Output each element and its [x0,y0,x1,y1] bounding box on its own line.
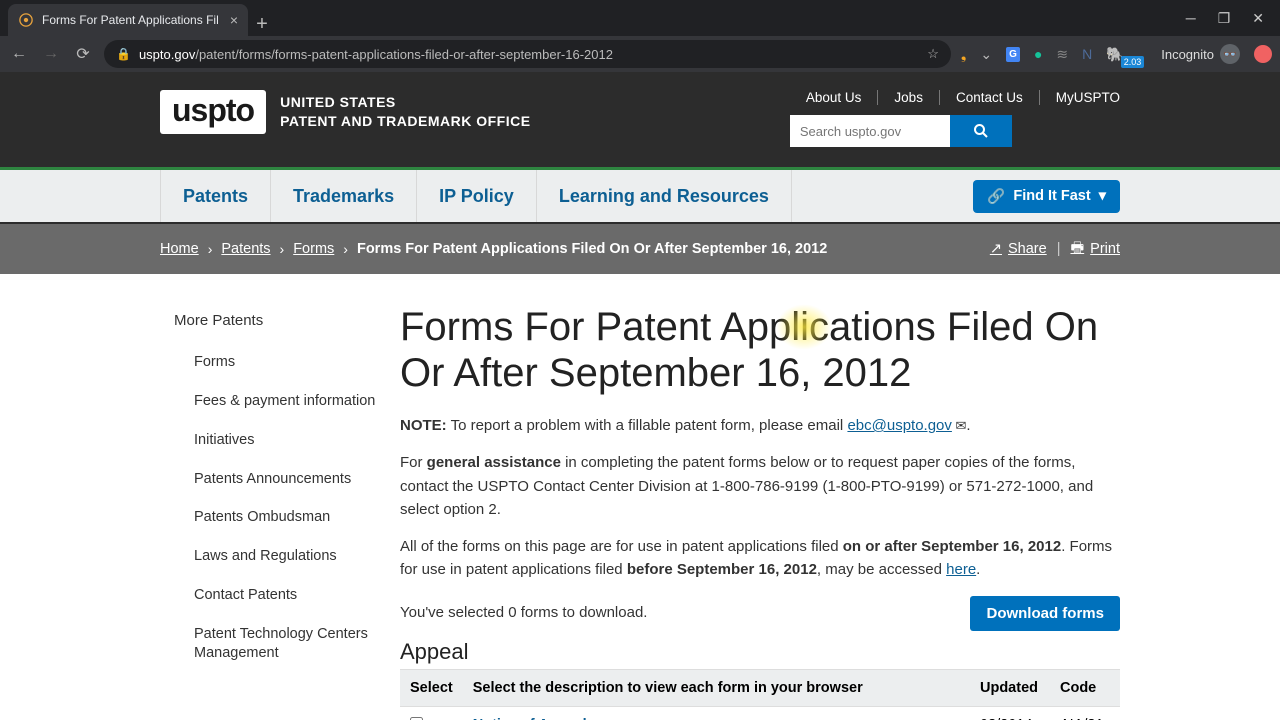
page-content: More Patents Forms Fees & payment inform… [160,274,1120,720]
site-logo[interactable]: uspto UNITED STATES PATENT AND TRADEMARK… [160,90,531,134]
lock-icon: 🔒 [116,47,131,61]
window-controls: ─ ❐ ✕ [1186,0,1272,36]
forms-table: Select Select the description to view ea… [400,669,1120,720]
reload-button[interactable]: ⟳ [72,44,94,64]
share-link[interactable]: ↗Share [990,241,1047,257]
print-icon: 🖶 [1070,237,1084,262]
ext-icon[interactable]: ❟ [961,46,967,63]
search-input[interactable] [790,115,950,147]
browser-tab-strip: Forms For Patent Applications Fil × + ─ … [0,0,1280,36]
sidebar-item-initiatives[interactable]: Initiatives [160,421,380,460]
find-it-fast-button[interactable]: 🔗 Find It Fast ▾ [973,180,1120,213]
ext-icon-3[interactable]: 🐘2.03 [1106,46,1147,63]
row-updated: 03/2014 [970,706,1050,720]
star-icon[interactable]: ☆ [927,46,939,62]
row-code: AIA/31 [1050,706,1120,720]
address-bar[interactable]: 🔒 uspto.gov/patent/forms/forms-patent-ap… [104,40,951,68]
crumb-current: Forms For Patent Applications Filed On O… [357,241,827,257]
mail-icon: ✉ [952,418,967,433]
close-window-icon[interactable]: ✕ [1252,10,1264,27]
profile-icon[interactable] [1254,45,1272,63]
logo-text: UNITED STATES PATENT AND TRADEMARK OFFIC… [280,93,530,131]
th-updated: Updated [970,669,1050,706]
table-row: Notice of Appeal 03/2014 AIA/31 [400,706,1120,720]
main-nav-bar: Patents Trademarks IP Policy Learning an… [0,170,1280,224]
sidebar-item-fees[interactable]: Fees & payment information [160,382,380,421]
grammarly-icon[interactable]: ● [1034,46,1042,62]
share-icon: ↗ [990,241,1002,257]
crumb-home[interactable]: Home [160,241,199,257]
pocket-icon[interactable]: ⌄ [980,46,992,63]
logo-mark: uspto [160,90,266,134]
tab-title: Forms For Patent Applications Fil [42,13,222,27]
sidebar-item-ombudsman[interactable]: Patents Ombudsman [160,498,380,537]
buffer-icon[interactable]: ≋ [1056,46,1068,63]
here-link[interactable]: here [946,561,976,578]
section-appeal: Appeal [400,639,1120,665]
nav-learning[interactable]: Learning and Resources [537,170,792,222]
site-header: uspto UNITED STATES PATENT AND TRADEMARK… [0,72,1280,167]
ext-icon-2[interactable]: N [1082,46,1092,62]
page-title: Forms For Patent Applications Filed On O… [400,304,1120,396]
assistance-paragraph: For general assistance in completing the… [400,451,1120,521]
forward-button[interactable]: → [40,45,62,63]
incognito-indicator: Incognito 👓 [1161,44,1240,64]
back-button[interactable]: ← [8,45,30,63]
email-link[interactable]: ebc@uspto.gov [847,417,951,434]
new-tab-button[interactable]: + [248,13,276,36]
translate-icon[interactable]: G [1006,47,1020,62]
selected-count: You've selected 0 forms to download. [400,601,647,624]
search-button[interactable] [950,115,1012,147]
note-paragraph: NOTE: To report a problem with a fillabl… [400,414,1120,437]
sidebar-item-announcements[interactable]: Patents Announcements [160,460,380,499]
sidebar-item-tech-centers[interactable]: Patent Technology Centers Management [160,615,380,673]
sidebar-item-laws[interactable]: Laws and Regulations [160,537,380,576]
minimize-icon[interactable]: ─ [1186,10,1196,26]
incognito-icon: 👓 [1220,44,1240,64]
sidebar-item-forms[interactable]: Forms [160,343,380,382]
utility-nav: About Us Jobs Contact Us MyUSPTO [790,90,1120,105]
main-content: Forms For Patent Applications Filed On O… [390,304,1120,720]
extension-icons: ❟ ⌄ G ● ≋ N 🐘2.03 Incognito 👓 [961,44,1272,64]
nav-about-us[interactable]: About Us [790,90,879,105]
print-link[interactable]: 🖶Print [1070,237,1120,262]
maximize-icon[interactable]: ❐ [1218,10,1231,27]
nav-contact-us[interactable]: Contact Us [940,90,1040,105]
sidebar-title: More Patents [160,304,380,343]
tab-close-icon[interactable]: × [230,12,238,28]
search-icon [973,123,989,139]
site-search [790,115,1120,147]
th-code: Code [1050,669,1120,706]
browser-toolbar: ← → ⟳ 🔒 uspto.gov/patent/forms/forms-pat… [0,36,1280,72]
sidebar: More Patents Forms Fees & payment inform… [160,304,390,720]
url-text: uspto.gov/patent/forms/forms-patent-appl… [139,47,919,62]
caret-down-icon: ▾ [1099,188,1106,204]
viewport: uspto UNITED STATES PATENT AND TRADEMARK… [0,72,1280,720]
browser-tab[interactable]: Forms For Patent Applications Fil × [8,4,248,36]
nav-jobs[interactable]: Jobs [878,90,940,105]
date-note-paragraph: All of the forms on this page are for us… [400,535,1120,582]
th-description: Select the description to view each form… [463,669,970,706]
link-icon: 🔗 [987,188,1005,205]
nav-trademarks[interactable]: Trademarks [271,170,417,222]
th-select: Select [400,669,463,706]
crumb-forms[interactable]: Forms [293,241,334,257]
tab-favicon-icon [18,12,34,28]
nav-patents[interactable]: Patents [160,170,271,222]
nav-ip-policy[interactable]: IP Policy [417,170,537,222]
breadcrumb-bar: Home› Patents› Forms› Forms For Patent A… [0,224,1280,274]
nav-myuspto[interactable]: MyUSPTO [1040,90,1120,105]
download-forms-button[interactable]: Download forms [970,596,1120,631]
sidebar-item-contact[interactable]: Contact Patents [160,576,380,615]
row-checkbox[interactable] [410,717,423,720]
crumb-patents[interactable]: Patents [221,241,270,257]
